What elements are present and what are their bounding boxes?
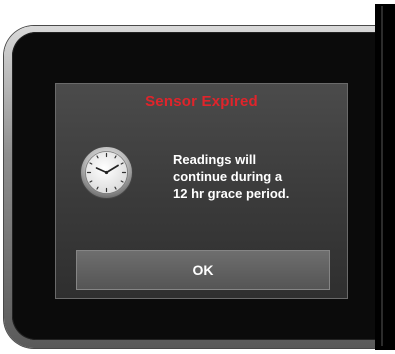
alert-dialog: Sensor Expired Readings will continue du… [55, 83, 348, 299]
ok-button-label: OK [192, 262, 214, 278]
dialog-message: Readings will continue during a 12 hr gr… [173, 152, 290, 201]
dialog-title: Sensor Expired [145, 93, 258, 110]
device-edge [375, 4, 395, 350]
device-screen: Sensor Expired Readings will continue du… [0, 0, 395, 354]
device-edge-highlight [381, 6, 383, 346]
ok-button[interactable]: OK [76, 250, 330, 290]
clock-icon [80, 146, 133, 199]
